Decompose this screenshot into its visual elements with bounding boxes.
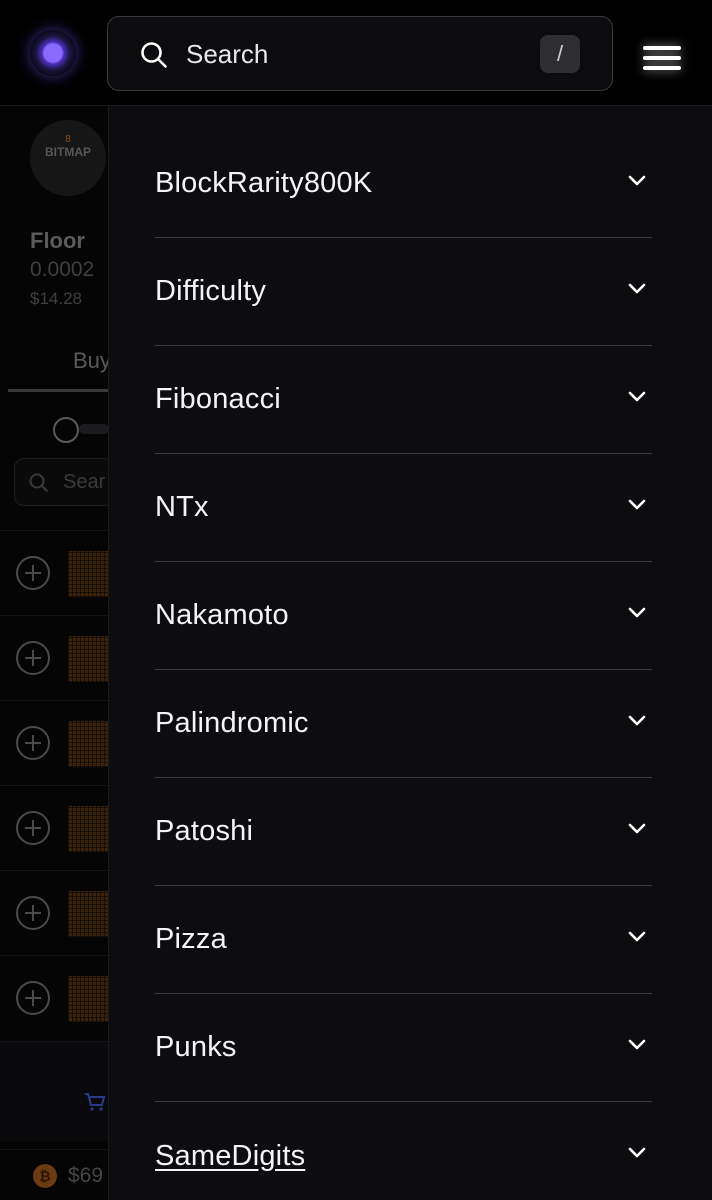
bitmap-thumbnail bbox=[68, 721, 108, 767]
menu-item-label: Punks bbox=[155, 1031, 237, 1063]
search-icon bbox=[141, 42, 167, 68]
cart-icon[interactable] bbox=[84, 1092, 106, 1112]
list-item[interactable] bbox=[0, 870, 108, 955]
cart-panel bbox=[0, 1041, 108, 1141]
menu-item-label: Nakamoto bbox=[155, 599, 289, 631]
floor-value: 0.0002 bbox=[30, 258, 95, 281]
menu-item-palindromic[interactable]: Palindromic bbox=[155, 670, 652, 778]
menu-item-difficulty[interactable]: Difficulty bbox=[155, 238, 652, 346]
add-circle-icon[interactable] bbox=[16, 556, 50, 590]
bitmap-thumbnail bbox=[68, 636, 108, 682]
collection-avatar: 8 BITMAP bbox=[30, 120, 106, 196]
add-circle-icon[interactable] bbox=[16, 726, 50, 760]
menu-item-patoshi[interactable]: Patoshi bbox=[155, 778, 652, 886]
chevron-down-icon[interactable] bbox=[627, 606, 647, 620]
add-circle-icon[interactable] bbox=[16, 811, 50, 845]
floor-label: Floor bbox=[30, 228, 85, 253]
chevron-down-icon[interactable] bbox=[627, 1038, 647, 1052]
items-search-input[interactable]: Sear bbox=[14, 458, 114, 506]
menu-item-pizza[interactable]: Pizza bbox=[155, 886, 652, 994]
menu-item-ntx[interactable]: NTx bbox=[155, 454, 652, 562]
list-item[interactable] bbox=[0, 955, 108, 1040]
bitmap-thumbnail bbox=[68, 806, 108, 852]
add-circle-icon[interactable] bbox=[16, 641, 50, 675]
toggle-radio[interactable] bbox=[53, 417, 79, 443]
menu-item-label: Palindromic bbox=[155, 707, 309, 739]
floor-usd: $14.28 bbox=[30, 289, 82, 308]
list-item[interactable] bbox=[0, 785, 108, 870]
menu-item-blockrarity800k[interactable]: BlockRarity800K bbox=[155, 130, 652, 238]
top-bar: Search / bbox=[0, 0, 712, 106]
category-drawer-menu: BlockRarity800K Difficulty Fibonacci NTx… bbox=[108, 106, 712, 1200]
menu-item-fibonacci[interactable]: Fibonacci bbox=[155, 346, 652, 454]
bitmap-thumbnail bbox=[68, 976, 108, 1022]
chevron-down-icon[interactable] bbox=[627, 1146, 647, 1160]
list-item[interactable] bbox=[0, 530, 108, 615]
chevron-down-icon[interactable] bbox=[627, 174, 647, 188]
menu-item-label: NTx bbox=[155, 491, 209, 523]
toggle-track[interactable] bbox=[79, 424, 109, 434]
bitmap-thumbnail bbox=[68, 891, 108, 937]
menu-item-nakamoto[interactable]: Nakamoto bbox=[155, 562, 652, 670]
menu-item-label: Pizza bbox=[155, 923, 227, 955]
search-bar[interactable]: Search / bbox=[107, 16, 613, 91]
search-placeholder[interactable]: Search bbox=[186, 39, 268, 70]
list-item[interactable] bbox=[0, 615, 108, 700]
btc-price: $69 bbox=[68, 1164, 104, 1187]
hamburger-menu-icon[interactable] bbox=[643, 44, 681, 72]
add-circle-icon[interactable] bbox=[16, 896, 50, 930]
menu-item-label: BlockRarity800K bbox=[155, 167, 373, 199]
menu-item-label: Patoshi bbox=[155, 815, 254, 847]
chevron-down-icon[interactable] bbox=[627, 822, 647, 836]
menu-item-punks[interactable]: Punks bbox=[155, 994, 652, 1102]
chevron-down-icon[interactable] bbox=[627, 930, 647, 944]
chevron-down-icon[interactable] bbox=[627, 498, 647, 512]
menu-item-label: Fibonacci bbox=[155, 383, 281, 415]
tab-underline bbox=[8, 389, 108, 392]
chevron-down-icon[interactable] bbox=[627, 390, 647, 404]
menu-item-label: Difficulty bbox=[155, 275, 267, 307]
search-icon bbox=[29, 473, 49, 493]
bitmap-thumbnail bbox=[68, 551, 108, 597]
bitcoin-icon: ₿ bbox=[33, 1164, 57, 1188]
btc-price-row: ₿ $69 bbox=[0, 1149, 108, 1200]
chevron-down-icon[interactable] bbox=[627, 714, 647, 728]
add-circle-icon[interactable] bbox=[16, 981, 50, 1015]
chevron-down-icon[interactable] bbox=[627, 282, 647, 296]
tab-buy[interactable]: Buy bbox=[73, 348, 111, 374]
menu-item-samedigits[interactable]: SameDigits bbox=[155, 1102, 652, 1200]
list-item[interactable] bbox=[0, 700, 108, 785]
purple-orb-logo-icon[interactable] bbox=[30, 30, 76, 76]
search-shortcut-key: / bbox=[540, 35, 580, 73]
menu-item-label: SameDigits bbox=[155, 1139, 306, 1172]
